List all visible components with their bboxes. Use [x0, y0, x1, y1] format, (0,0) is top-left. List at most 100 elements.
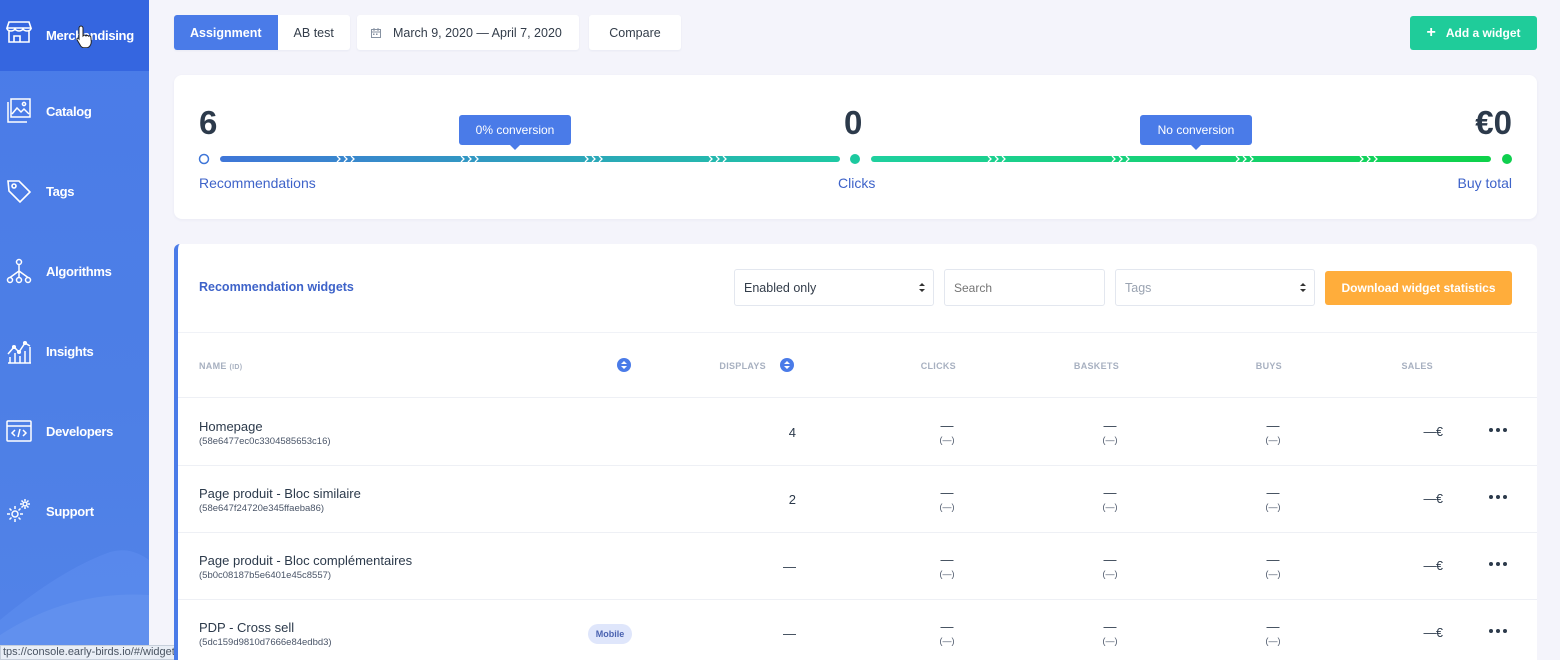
- displays-value: 4: [788, 425, 796, 440]
- sidebar-item-tags[interactable]: Tags: [0, 156, 149, 227]
- gears-icon: [7, 499, 30, 522]
- recommendation-widgets-table: Recommendation widgets Enabled only Tags…: [174, 244, 1537, 660]
- tag-icon: [7, 180, 32, 204]
- baskets-sub-value: (—): [1102, 502, 1118, 512]
- tags-select-placeholder: Tags: [1125, 280, 1152, 295]
- buys-value: —: [1266, 552, 1280, 567]
- table-row[interactable]: Homepage (58e6477ec0c3304585653c16) 4 — …: [178, 399, 1537, 466]
- column-header-clicks: CLICKS: [920, 361, 956, 371]
- funnel-end-node: [1502, 154, 1512, 164]
- more-options-icon[interactable]: [1488, 492, 1508, 502]
- widget-id: (58e6477ec0c3304585653c16): [199, 436, 331, 447]
- column-header-name-label: NAME: [199, 361, 227, 371]
- widget-name[interactable]: Homepage: [199, 419, 263, 434]
- buys-sub-value: (—): [1265, 636, 1281, 646]
- widget-name[interactable]: Page produit - Bloc complémentaires: [199, 553, 412, 568]
- sort-icon[interactable]: [617, 358, 631, 372]
- recommendations-count: 6: [199, 104, 218, 141]
- calendar-icon: [371, 27, 381, 38]
- more-options-icon[interactable]: [1488, 559, 1508, 569]
- status-filter-select[interactable]: Enabled only: [734, 269, 934, 306]
- clicks-count: 0: [844, 104, 863, 141]
- widget-name[interactable]: PDP - Cross sell: [199, 620, 294, 635]
- table-row[interactable]: PDP - Cross sell (5dc159d9810d7666e84edb…: [178, 600, 1537, 660]
- device-badge: Mobile: [588, 624, 632, 644]
- select-arrows-icon: [919, 283, 925, 292]
- widget-id: (5dc159d9810d7666e84edbd3): [199, 637, 332, 648]
- add-widget-button[interactable]: + Add a widget: [1410, 16, 1537, 50]
- sidebar-item-developers[interactable]: Developers: [0, 396, 149, 467]
- displays-value: —: [783, 626, 796, 641]
- storefront-icon: [6, 21, 32, 43]
- browser-status-url: tps://console.early-birds.io/#/widgets: [0, 645, 200, 660]
- compare-button[interactable]: Compare: [589, 15, 681, 50]
- download-statistics-button[interactable]: Download widget statistics: [1325, 271, 1512, 305]
- clicks-value: —: [940, 485, 954, 500]
- conversion-tooltip: 0% conversion: [459, 115, 571, 150]
- buy-total-label: Buy total: [1457, 175, 1512, 191]
- sales-value: —€: [1423, 626, 1443, 640]
- table-header: NAME (ID) DISPLAYS CLICKS BASKETS BUYS S…: [178, 332, 1537, 398]
- sidebar-item-catalog[interactable]: Catalog: [0, 76, 149, 147]
- tags-select[interactable]: Tags: [1115, 269, 1315, 306]
- clicks-label: Clicks: [838, 175, 876, 191]
- date-range-picker[interactable]: March 9, 2020 — April 7, 2020: [357, 15, 579, 50]
- tab-assignment[interactable]: Assignment: [174, 15, 278, 50]
- line-chart-icon: [7, 340, 31, 364]
- sort-icon[interactable]: [780, 358, 794, 372]
- table-row[interactable]: Page produit - Bloc complémentaires (5b0…: [178, 533, 1537, 600]
- column-header-displays[interactable]: DISPLAYS: [719, 361, 766, 371]
- column-header-name[interactable]: NAME (ID): [199, 361, 242, 371]
- sidebar-item-label: Developers: [46, 424, 114, 439]
- hand-cursor-icon: [76, 25, 92, 48]
- widget-name[interactable]: Page produit - Bloc similaire: [199, 486, 361, 501]
- sales-value: —€: [1423, 425, 1443, 439]
- conversion-tooltip: No conversion: [1140, 115, 1252, 150]
- baskets-value: —: [1103, 418, 1117, 433]
- sidebar-item-label: Support: [46, 504, 94, 519]
- clicks-sub-value: (—): [939, 636, 955, 646]
- funnel-clicks-node: [850, 154, 860, 164]
- date-range-label: March 9, 2020 — April 7, 2020: [393, 25, 562, 40]
- plus-icon: +: [1426, 24, 1436, 41]
- displays-value: —: [783, 559, 796, 574]
- widget-id: (58e647f24720e345ffaeba86): [199, 503, 325, 514]
- table-row[interactable]: Page produit - Bloc similaire (58e647f24…: [178, 466, 1537, 533]
- sales-value: —€: [1423, 492, 1443, 506]
- buys-sub-value: (—): [1265, 502, 1281, 512]
- clicks-sub-value: (—): [939, 569, 955, 579]
- baskets-value: —: [1103, 552, 1117, 567]
- recommendations-label: Recommendations: [199, 175, 316, 191]
- sidebar-decoration: [0, 550, 149, 660]
- buys-sub-value: (—): [1265, 569, 1281, 579]
- clicks-value: —: [940, 552, 954, 567]
- baskets-value: —: [1103, 485, 1117, 500]
- sidebar-item-insights[interactable]: Insights: [0, 316, 149, 387]
- displays-value: 2: [788, 492, 796, 507]
- buys-value: —: [1266, 619, 1280, 634]
- more-options-icon[interactable]: [1488, 425, 1508, 435]
- sidebar-item-merchandising[interactable]: Merchandising: [0, 0, 149, 71]
- buy-total-amount: €0: [1475, 104, 1512, 141]
- baskets-sub-value: (—): [1102, 569, 1118, 579]
- funnel-segment-2: [871, 156, 1491, 162]
- code-icon: [6, 420, 32, 442]
- sidebar: Merchandising Catalog Tags Algorithms: [0, 0, 149, 660]
- more-options-icon[interactable]: [1488, 626, 1508, 636]
- clicks-value: —: [940, 619, 954, 634]
- sidebar-item-label: Tags: [46, 184, 75, 199]
- tab-ab-test[interactable]: AB test: [278, 15, 350, 50]
- select-arrows-icon: [1300, 283, 1306, 292]
- sidebar-item-label: Catalog: [46, 104, 92, 119]
- catalog-images-icon: [7, 98, 31, 123]
- column-header-sales: SALES: [1401, 361, 1433, 371]
- sidebar-item-algorithms[interactable]: Algorithms: [0, 236, 149, 307]
- column-header-name-sub: (ID): [229, 364, 243, 371]
- table-title: Recommendation widgets: [199, 280, 354, 294]
- baskets-sub-value: (—): [1102, 435, 1118, 445]
- mode-tabs: Assignment AB test: [174, 15, 350, 50]
- sidebar-item-support[interactable]: Support: [0, 476, 149, 547]
- funnel-start-node: [198, 153, 210, 165]
- status-filter-value: Enabled only: [744, 280, 817, 295]
- search-input[interactable]: [944, 269, 1105, 306]
